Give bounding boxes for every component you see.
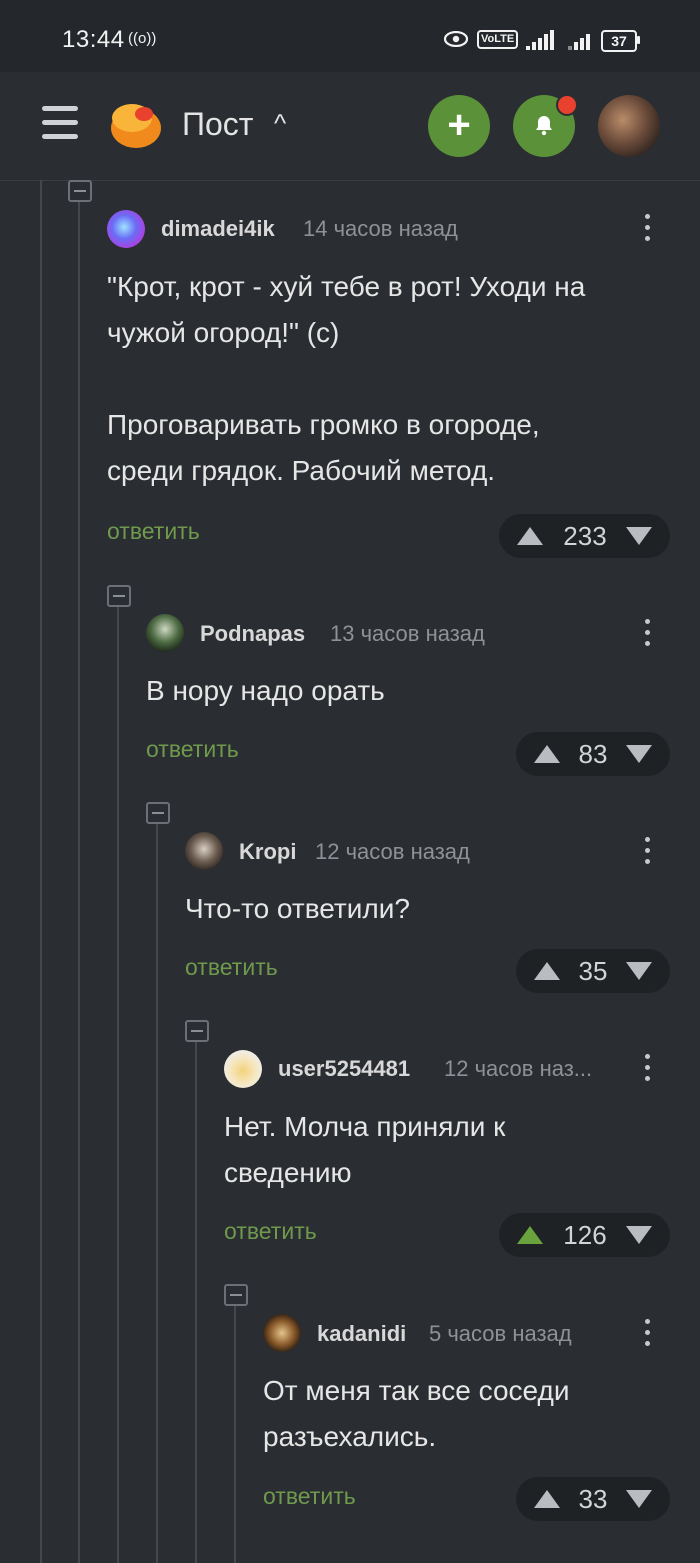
comment-text: "Крот, крот - хуй тебе в рот! Уходи на ч… xyxy=(107,271,586,486)
downvote-icon[interactable] xyxy=(626,1490,652,1508)
more-icon[interactable] xyxy=(645,1054,651,1087)
collapse-button[interactable] xyxy=(68,180,92,202)
collapse-button[interactable] xyxy=(224,1284,248,1306)
thread-line[interactable] xyxy=(234,1300,236,1563)
upvote-icon[interactable] xyxy=(534,1490,560,1508)
status-time: 13:44 xyxy=(62,26,125,53)
app-header: Пост ^ + xyxy=(0,72,700,181)
avatar[interactable] xyxy=(263,1314,301,1352)
comment-username[interactable]: kadanidi xyxy=(317,1321,406,1347)
thread-line[interactable] xyxy=(195,1036,197,1563)
user-avatar[interactable] xyxy=(598,95,660,157)
vote-panel: 83 xyxy=(516,732,670,776)
comment-text: В нору надо орать xyxy=(146,675,385,706)
vote-count: 35 xyxy=(578,956,608,986)
volte-icon: VoLTE xyxy=(477,30,519,49)
collapse-button[interactable] xyxy=(107,585,131,607)
thread-line[interactable] xyxy=(78,180,80,1563)
downvote-icon[interactable] xyxy=(626,962,652,980)
comment-text: Нет. Молча приняли к сведению xyxy=(224,1111,506,1188)
vote-count: 126 xyxy=(563,1220,607,1250)
pikabu-logo[interactable] xyxy=(106,98,162,150)
more-icon[interactable] xyxy=(645,214,651,247)
page-title[interactable]: Пост xyxy=(182,106,253,143)
battery-icon: 37 xyxy=(601,30,637,52)
status-bar: 13:44 ((o)) VoLTE 37 xyxy=(0,0,700,72)
downvote-icon[interactable] xyxy=(626,527,652,545)
avatar[interactable] xyxy=(146,614,184,652)
comment-time: 12 часов наз... xyxy=(444,1056,593,1081)
hotspot-icon: ((o)) xyxy=(128,30,157,47)
vote-count: 33 xyxy=(578,1484,608,1514)
signal-icon xyxy=(520,30,554,50)
avatar[interactable] xyxy=(224,1050,262,1088)
avatar[interactable] xyxy=(185,832,223,870)
chevron-up-icon[interactable]: ^ xyxy=(274,108,286,139)
comment-username[interactable]: Podnapas xyxy=(200,621,305,647)
signal-icon-2 xyxy=(566,30,594,50)
upvote-icon[interactable] xyxy=(534,962,560,980)
comment-time: 12 часов назад xyxy=(315,839,470,864)
collapse-button[interactable] xyxy=(146,802,170,824)
avatar[interactable] xyxy=(107,210,145,248)
vote-panel: 126 xyxy=(499,1213,670,1257)
reply-link[interactable]: ответить xyxy=(185,954,278,981)
vote-count: 83 xyxy=(578,739,608,769)
battery-tip xyxy=(637,36,640,44)
vote-panel: 33 xyxy=(516,1477,670,1521)
vote-panel: 35 xyxy=(516,949,670,993)
downvote-icon[interactable] xyxy=(626,1226,652,1244)
thread-line[interactable] xyxy=(40,180,42,1563)
upvote-icon[interactable] xyxy=(517,1226,543,1244)
comment-text: Что-то ответили? xyxy=(185,893,410,924)
comment-text: От меня так все соседи разъехались. xyxy=(263,1375,570,1452)
more-icon[interactable] xyxy=(645,837,651,870)
reply-link[interactable]: ответить xyxy=(224,1218,317,1245)
upvote-icon[interactable] xyxy=(517,527,543,545)
eye-icon xyxy=(444,31,468,47)
vote-count: 233 xyxy=(563,521,607,551)
comment-time: 13 часов назад xyxy=(330,621,485,646)
thread-line[interactable] xyxy=(117,600,119,1563)
reply-link[interactable]: ответить xyxy=(146,736,239,763)
menu-icon[interactable] xyxy=(42,106,78,140)
comment-username[interactable]: user5254481 xyxy=(278,1056,410,1082)
comment-username[interactable]: dimadei4ik xyxy=(161,216,275,242)
bell-icon xyxy=(536,116,552,136)
comment-time: 5 часов назад xyxy=(429,1321,572,1346)
notification-badge xyxy=(556,94,578,116)
downvote-icon[interactable] xyxy=(626,745,652,763)
upvote-icon[interactable] xyxy=(534,745,560,763)
more-icon[interactable] xyxy=(645,619,651,652)
collapse-button[interactable] xyxy=(185,1020,209,1042)
vote-panel: 233 xyxy=(499,514,670,558)
reply-link[interactable]: ответить xyxy=(263,1483,356,1510)
more-icon[interactable] xyxy=(645,1319,651,1352)
add-post-button[interactable]: + xyxy=(428,95,490,157)
comment-time: 14 часов назад xyxy=(303,216,458,241)
thread-line[interactable] xyxy=(156,818,158,1563)
comment-username[interactable]: Kropi xyxy=(239,839,296,865)
reply-link[interactable]: ответить xyxy=(107,518,200,545)
